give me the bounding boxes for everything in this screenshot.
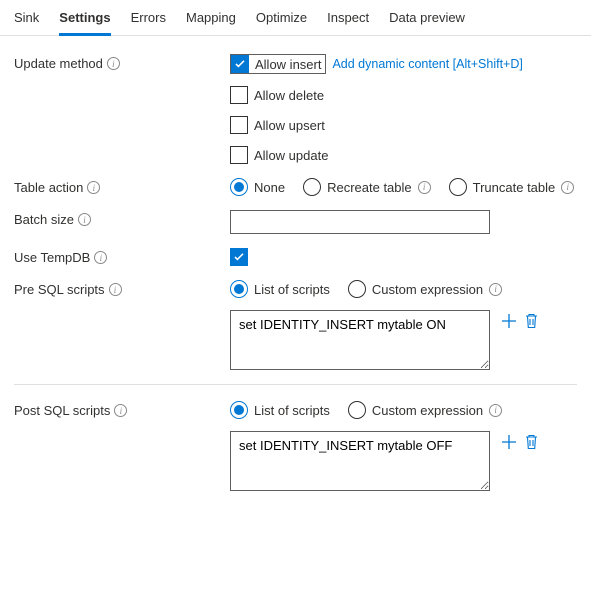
radio-pre-list[interactable]: List of scripts xyxy=(230,280,330,298)
tab-errors[interactable]: Errors xyxy=(131,4,166,36)
settings-form: Update method i Allow insert Add dynamic… xyxy=(0,36,591,525)
info-icon[interactable]: i xyxy=(107,57,120,70)
checkbox-allow-delete[interactable]: Allow delete xyxy=(230,86,577,104)
info-icon[interactable]: i xyxy=(561,181,574,194)
info-icon[interactable]: i xyxy=(489,404,502,417)
tab-sink[interactable]: Sink xyxy=(14,4,39,36)
info-icon[interactable]: i xyxy=(489,283,502,296)
radio-post-custom[interactable]: Custom expression i xyxy=(348,401,502,419)
radio-label: Recreate table xyxy=(327,180,412,195)
radio-table-truncate[interactable]: Truncate table i xyxy=(449,178,575,196)
delete-button[interactable] xyxy=(522,312,540,330)
add-button[interactable] xyxy=(500,433,518,451)
checkbox-allow-upsert[interactable]: Allow upsert xyxy=(230,116,577,134)
info-icon[interactable]: i xyxy=(78,213,91,226)
info-icon[interactable]: i xyxy=(94,251,107,264)
checkbox-label: Allow update xyxy=(254,148,328,163)
radio-label: Custom expression xyxy=(372,282,483,297)
tab-mapping[interactable]: Mapping xyxy=(186,4,236,36)
checkbox-label: Allow upsert xyxy=(254,118,325,133)
checkbox-label: Allow insert xyxy=(255,57,321,72)
tab-settings[interactable]: Settings xyxy=(59,4,110,36)
radio-label: Truncate table xyxy=(473,180,556,195)
check-icon xyxy=(235,60,245,68)
add-dynamic-content-link[interactable]: Add dynamic content [Alt+Shift+D] xyxy=(332,57,522,71)
checkbox-label: Allow delete xyxy=(254,88,324,103)
tab-bar: Sink Settings Errors Mapping Optimize In… xyxy=(0,0,591,36)
label-post-sql: Post SQL scripts xyxy=(14,403,110,418)
info-icon[interactable]: i xyxy=(109,283,122,296)
tab-inspect[interactable]: Inspect xyxy=(327,4,369,36)
info-icon[interactable]: i xyxy=(114,404,127,417)
pre-sql-textarea[interactable] xyxy=(230,310,490,370)
label-use-tempdb: Use TempDB xyxy=(14,250,90,265)
radio-table-recreate[interactable]: Recreate table i xyxy=(303,178,431,196)
trash-icon xyxy=(524,434,539,450)
checkbox-allow-insert[interactable]: Allow insert xyxy=(230,54,326,74)
radio-post-list[interactable]: List of scripts xyxy=(230,401,330,419)
label-table-action: Table action xyxy=(14,180,83,195)
info-icon[interactable]: i xyxy=(87,181,100,194)
delete-button[interactable] xyxy=(522,433,540,451)
radio-pre-custom[interactable]: Custom expression i xyxy=(348,280,502,298)
post-sql-textarea[interactable] xyxy=(230,431,490,491)
radio-label: List of scripts xyxy=(254,403,330,418)
radio-table-none[interactable]: None xyxy=(230,178,285,196)
label-batch-size: Batch size xyxy=(14,212,74,227)
radio-label: Custom expression xyxy=(372,403,483,418)
checkbox-allow-update[interactable]: Allow update xyxy=(230,146,577,164)
trash-icon xyxy=(524,313,539,329)
divider xyxy=(14,384,577,385)
add-button[interactable] xyxy=(500,312,518,330)
check-icon xyxy=(234,253,244,261)
radio-label: List of scripts xyxy=(254,282,330,297)
plus-icon xyxy=(501,434,517,450)
label-pre-sql: Pre SQL scripts xyxy=(14,282,105,297)
radio-label: None xyxy=(254,180,285,195)
tab-optimize[interactable]: Optimize xyxy=(256,4,307,36)
tab-data-preview[interactable]: Data preview xyxy=(389,4,465,36)
label-update-method: Update method xyxy=(14,56,103,71)
batch-size-input[interactable] xyxy=(230,210,490,234)
info-icon[interactable]: i xyxy=(418,181,431,194)
checkbox-use-tempdb[interactable] xyxy=(230,248,577,266)
plus-icon xyxy=(501,313,517,329)
